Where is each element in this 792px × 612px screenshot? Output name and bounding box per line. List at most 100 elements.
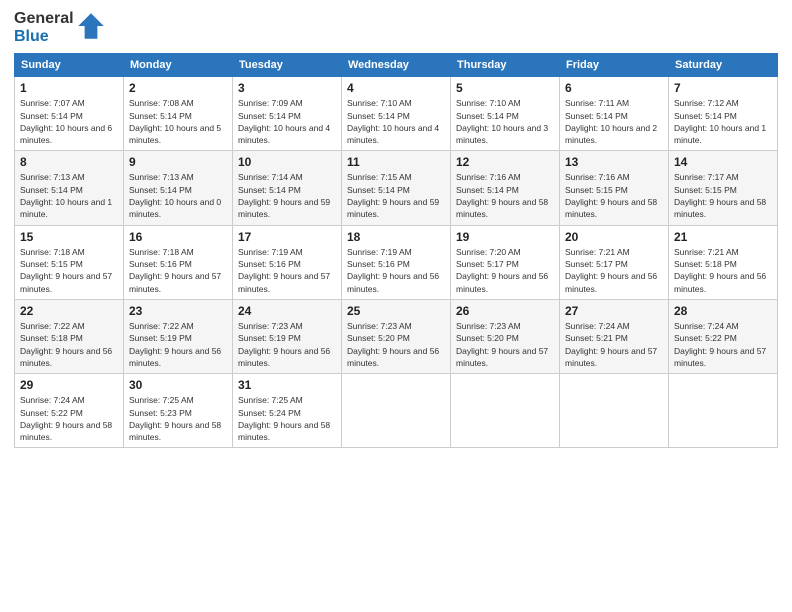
calendar-week-row: 29 Sunrise: 7:24 AMSunset: 5:22 PMDaylig…: [15, 374, 778, 448]
logo-area: General Blue: [14, 10, 105, 45]
day-number: 27: [565, 304, 663, 318]
day-number: 5: [456, 81, 554, 95]
day-number: 10: [238, 155, 336, 169]
calendar-cell: 16 Sunrise: 7:18 AMSunset: 5:16 PMDaylig…: [124, 225, 233, 299]
calendar-cell: 22 Sunrise: 7:22 AMSunset: 5:18 PMDaylig…: [15, 299, 124, 373]
day-number: 7: [674, 81, 772, 95]
header: General Blue: [14, 10, 778, 45]
day-number: 13: [565, 155, 663, 169]
calendar-cell: [669, 374, 778, 448]
calendar-cell: 27 Sunrise: 7:24 AMSunset: 5:21 PMDaylig…: [560, 299, 669, 373]
day-number: 11: [347, 155, 445, 169]
day-info: Sunrise: 7:10 AMSunset: 5:14 PMDaylight:…: [456, 98, 548, 145]
calendar-cell: 23 Sunrise: 7:22 AMSunset: 5:19 PMDaylig…: [124, 299, 233, 373]
day-info: Sunrise: 7:24 AMSunset: 5:22 PMDaylight:…: [674, 321, 766, 368]
day-number: 17: [238, 230, 336, 244]
calendar-week-row: 1 Sunrise: 7:07 AMSunset: 5:14 PMDayligh…: [15, 77, 778, 151]
day-number: 18: [347, 230, 445, 244]
day-info: Sunrise: 7:13 AMSunset: 5:14 PMDaylight:…: [20, 172, 112, 219]
day-info: Sunrise: 7:07 AMSunset: 5:14 PMDaylight:…: [20, 98, 112, 145]
day-number: 31: [238, 378, 336, 392]
calendar-cell: 11 Sunrise: 7:15 AMSunset: 5:14 PMDaylig…: [342, 151, 451, 225]
day-number: 25: [347, 304, 445, 318]
day-number: 12: [456, 155, 554, 169]
day-info: Sunrise: 7:23 AMSunset: 5:19 PMDaylight:…: [238, 321, 330, 368]
calendar-cell: 4 Sunrise: 7:10 AMSunset: 5:14 PMDayligh…: [342, 77, 451, 151]
calendar-cell: 1 Sunrise: 7:07 AMSunset: 5:14 PMDayligh…: [15, 77, 124, 151]
calendar-cell: 6 Sunrise: 7:11 AMSunset: 5:14 PMDayligh…: [560, 77, 669, 151]
calendar-week-row: 15 Sunrise: 7:18 AMSunset: 5:15 PMDaylig…: [15, 225, 778, 299]
calendar-cell: [342, 374, 451, 448]
calendar-cell: [560, 374, 669, 448]
day-number: 3: [238, 81, 336, 95]
calendar: SundayMondayTuesdayWednesdayThursdayFrid…: [14, 53, 778, 448]
calendar-header-monday: Monday: [124, 54, 233, 77]
calendar-header-friday: Friday: [560, 54, 669, 77]
calendar-cell: 15 Sunrise: 7:18 AMSunset: 5:15 PMDaylig…: [15, 225, 124, 299]
calendar-cell: 25 Sunrise: 7:23 AMSunset: 5:20 PMDaylig…: [342, 299, 451, 373]
day-info: Sunrise: 7:12 AMSunset: 5:14 PMDaylight:…: [674, 98, 766, 145]
day-info: Sunrise: 7:23 AMSunset: 5:20 PMDaylight:…: [347, 321, 439, 368]
calendar-cell: 26 Sunrise: 7:23 AMSunset: 5:20 PMDaylig…: [451, 299, 560, 373]
calendar-cell: 8 Sunrise: 7:13 AMSunset: 5:14 PMDayligh…: [15, 151, 124, 225]
day-info: Sunrise: 7:19 AMSunset: 5:16 PMDaylight:…: [238, 247, 330, 294]
day-number: 19: [456, 230, 554, 244]
calendar-cell: [451, 374, 560, 448]
calendar-cell: 7 Sunrise: 7:12 AMSunset: 5:14 PMDayligh…: [669, 77, 778, 151]
calendar-cell: 24 Sunrise: 7:23 AMSunset: 5:19 PMDaylig…: [233, 299, 342, 373]
calendar-cell: 12 Sunrise: 7:16 AMSunset: 5:14 PMDaylig…: [451, 151, 560, 225]
calendar-week-row: 8 Sunrise: 7:13 AMSunset: 5:14 PMDayligh…: [15, 151, 778, 225]
day-info: Sunrise: 7:24 AMSunset: 5:22 PMDaylight:…: [20, 395, 112, 442]
day-info: Sunrise: 7:25 AMSunset: 5:23 PMDaylight:…: [129, 395, 221, 442]
calendar-header-sunday: Sunday: [15, 54, 124, 77]
logo-text-general: General: [14, 10, 74, 28]
day-number: 1: [20, 81, 118, 95]
calendar-cell: 3 Sunrise: 7:09 AMSunset: 5:14 PMDayligh…: [233, 77, 342, 151]
calendar-cell: 21 Sunrise: 7:21 AMSunset: 5:18 PMDaylig…: [669, 225, 778, 299]
day-info: Sunrise: 7:25 AMSunset: 5:24 PMDaylight:…: [238, 395, 330, 442]
day-number: 26: [456, 304, 554, 318]
calendar-cell: 2 Sunrise: 7:08 AMSunset: 5:14 PMDayligh…: [124, 77, 233, 151]
calendar-cell: 10 Sunrise: 7:14 AMSunset: 5:14 PMDaylig…: [233, 151, 342, 225]
calendar-cell: 29 Sunrise: 7:24 AMSunset: 5:22 PMDaylig…: [15, 374, 124, 448]
day-info: Sunrise: 7:22 AMSunset: 5:18 PMDaylight:…: [20, 321, 112, 368]
day-number: 21: [674, 230, 772, 244]
day-info: Sunrise: 7:20 AMSunset: 5:17 PMDaylight:…: [456, 247, 548, 294]
day-info: Sunrise: 7:17 AMSunset: 5:15 PMDaylight:…: [674, 172, 766, 219]
day-number: 16: [129, 230, 227, 244]
day-info: Sunrise: 7:21 AMSunset: 5:17 PMDaylight:…: [565, 247, 657, 294]
calendar-cell: 31 Sunrise: 7:25 AMSunset: 5:24 PMDaylig…: [233, 374, 342, 448]
calendar-header-thursday: Thursday: [451, 54, 560, 77]
day-info: Sunrise: 7:18 AMSunset: 5:16 PMDaylight:…: [129, 247, 221, 294]
day-number: 2: [129, 81, 227, 95]
calendar-cell: 9 Sunrise: 7:13 AMSunset: 5:14 PMDayligh…: [124, 151, 233, 225]
calendar-header-row: SundayMondayTuesdayWednesdayThursdayFrid…: [15, 54, 778, 77]
day-info: Sunrise: 7:14 AMSunset: 5:14 PMDaylight:…: [238, 172, 330, 219]
day-number: 30: [129, 378, 227, 392]
day-number: 22: [20, 304, 118, 318]
calendar-cell: 17 Sunrise: 7:19 AMSunset: 5:16 PMDaylig…: [233, 225, 342, 299]
logo-icon: [77, 12, 105, 40]
logo-text-blue: Blue: [14, 28, 49, 46]
calendar-cell: 30 Sunrise: 7:25 AMSunset: 5:23 PMDaylig…: [124, 374, 233, 448]
calendar-header-tuesday: Tuesday: [233, 54, 342, 77]
day-number: 8: [20, 155, 118, 169]
calendar-cell: 13 Sunrise: 7:16 AMSunset: 5:15 PMDaylig…: [560, 151, 669, 225]
calendar-cell: 28 Sunrise: 7:24 AMSunset: 5:22 PMDaylig…: [669, 299, 778, 373]
day-info: Sunrise: 7:22 AMSunset: 5:19 PMDaylight:…: [129, 321, 221, 368]
day-info: Sunrise: 7:16 AMSunset: 5:15 PMDaylight:…: [565, 172, 657, 219]
day-number: 24: [238, 304, 336, 318]
day-info: Sunrise: 7:23 AMSunset: 5:20 PMDaylight:…: [456, 321, 548, 368]
calendar-cell: 14 Sunrise: 7:17 AMSunset: 5:15 PMDaylig…: [669, 151, 778, 225]
day-number: 20: [565, 230, 663, 244]
calendar-header-saturday: Saturday: [669, 54, 778, 77]
day-info: Sunrise: 7:10 AMSunset: 5:14 PMDaylight:…: [347, 98, 439, 145]
day-number: 29: [20, 378, 118, 392]
day-info: Sunrise: 7:18 AMSunset: 5:15 PMDaylight:…: [20, 247, 112, 294]
day-number: 6: [565, 81, 663, 95]
calendar-cell: 19 Sunrise: 7:20 AMSunset: 5:17 PMDaylig…: [451, 225, 560, 299]
day-info: Sunrise: 7:19 AMSunset: 5:16 PMDaylight:…: [347, 247, 439, 294]
day-number: 9: [129, 155, 227, 169]
calendar-week-row: 22 Sunrise: 7:22 AMSunset: 5:18 PMDaylig…: [15, 299, 778, 373]
day-info: Sunrise: 7:16 AMSunset: 5:14 PMDaylight:…: [456, 172, 548, 219]
